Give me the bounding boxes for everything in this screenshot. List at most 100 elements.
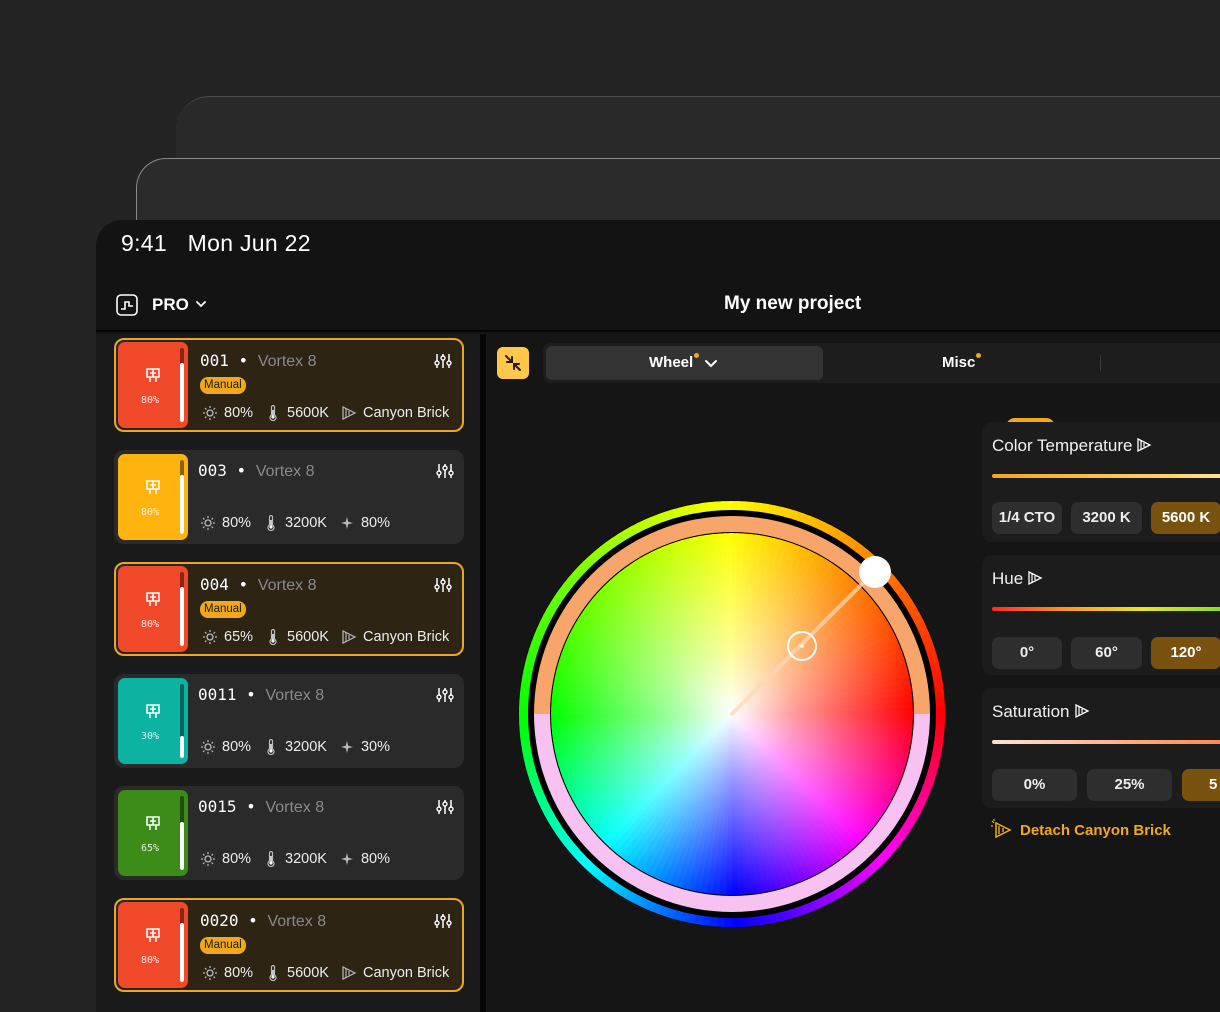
- fixture-card[interactable]: 65% 0015 • Vortex 8 80% 3200K 80%: [114, 786, 464, 880]
- fixture-title: 003 • Vortex 8: [198, 461, 315, 480]
- fixture-color-swatch[interactable]: 30%: [118, 678, 188, 764]
- fixture-list: 80% 001 • Vortex 8 Manual 80% 5600K Cany…: [96, 334, 480, 1012]
- fixture-color-swatch[interactable]: 80%: [118, 566, 188, 652]
- fixture-title: 0011 • Vortex 8: [198, 685, 325, 704]
- sun-icon: [202, 965, 218, 981]
- fixture-id: 0020: [200, 911, 239, 930]
- thermometer-icon: [265, 404, 281, 422]
- hue-preset-chip-active[interactable]: 120°: [1151, 637, 1220, 669]
- cct-preset-chip-active[interactable]: 5600 K: [1151, 502, 1220, 534]
- fixture-stats: 80% 5600K Canyon Brick: [202, 403, 461, 423]
- detach-gel-icon: [991, 819, 1012, 839]
- intensity-bar[interactable]: [180, 572, 184, 646]
- hue-preset-chip[interactable]: 60°: [1071, 637, 1142, 669]
- hue-slider[interactable]: [992, 607, 1220, 611]
- light-fixture-icon: [144, 702, 162, 720]
- fixture-intensity: 80%: [224, 965, 254, 981]
- sliders-icon[interactable]: [434, 352, 452, 370]
- fixture-intensity: 80%: [224, 405, 254, 421]
- sliders-icon[interactable]: [434, 912, 452, 930]
- fixture-extra: Canyon Brick: [362, 405, 450, 421]
- fixture-stats: 80% 5600K Canyon Brick: [202, 963, 461, 983]
- fixture-title: 0020 • Vortex 8: [200, 911, 327, 930]
- light-fixture-icon: [144, 478, 162, 496]
- color-temperature-card: Color Temperature 1/4 CTO 3200 K 5600 K: [982, 422, 1220, 542]
- fixture-stats: 80% 3200K 80%: [200, 849, 402, 869]
- fixture-intensity: 65%: [224, 629, 254, 645]
- fixture-card[interactable]: 80% 004 • Vortex 8 Manual 65% 5600K Cany…: [114, 562, 464, 656]
- fixture-id: 001: [200, 351, 229, 370]
- manual-badge: Manual: [200, 601, 246, 618]
- sun-icon: [200, 851, 216, 867]
- saturation-preset-chip-active[interactable]: 5: [1182, 769, 1220, 801]
- intensity-bar[interactable]: [180, 460, 184, 534]
- fixture-intensity: 80%: [222, 515, 252, 531]
- sliders-icon[interactable]: [434, 576, 452, 594]
- manual-badge: Manual: [200, 377, 246, 394]
- gel-icon: [1074, 703, 1089, 719]
- intensity-bar[interactable]: [180, 908, 184, 982]
- collapse-icon: [505, 355, 521, 371]
- saturation-slider[interactable]: [992, 740, 1220, 744]
- fixture-color-swatch[interactable]: 80%: [118, 902, 188, 988]
- sun-icon: [202, 629, 218, 645]
- app-header: PRO My new project: [96, 278, 1220, 332]
- tab-separator: [1100, 355, 1101, 371]
- fixture-intensity: 80%: [222, 851, 252, 867]
- project-title[interactable]: My new project: [724, 293, 861, 315]
- status-date: Mon Jun 22: [187, 230, 311, 256]
- thermometer-icon: [263, 514, 279, 532]
- fixture-id: 0015: [198, 797, 237, 816]
- color-panel: Wheel Misc Manual: [486, 334, 1220, 1012]
- saturation-card: Saturation 0% 25% 5: [982, 688, 1220, 808]
- saturation-preset-chip[interactable]: 25%: [1087, 769, 1172, 801]
- cct-preset-chip[interactable]: 3200 K: [1071, 502, 1142, 534]
- tab-misc[interactable]: Misc: [942, 354, 975, 371]
- mode-selector[interactable]: PRO: [152, 295, 189, 315]
- gel-icon: [341, 965, 357, 981]
- fixture-model: Vortex 8: [267, 913, 327, 930]
- fixture-color-swatch[interactable]: 80%: [118, 454, 188, 540]
- fixture-color-swatch[interactable]: 65%: [118, 790, 188, 876]
- saturation-preset-chip[interactable]: 0%: [992, 769, 1077, 801]
- tab-wheel-label[interactable]: Wheel: [649, 354, 693, 371]
- status-bar: 9:41 Mon Jun 22: [121, 230, 325, 257]
- hue-card: Hue 0° 60° 120°: [982, 555, 1220, 675]
- intensity-bar[interactable]: [180, 684, 184, 758]
- fixture-cct: 5600K: [287, 405, 329, 421]
- sliders-icon[interactable]: [436, 462, 454, 480]
- fixture-card[interactable]: 80% 003 • Vortex 8 80% 3200K 80%: [114, 450, 464, 544]
- hue-preset-chip[interactable]: 0°: [992, 637, 1062, 669]
- chevron-down-icon[interactable]: [194, 297, 208, 311]
- tab-misc-dot: [976, 353, 981, 358]
- sliders-icon[interactable]: [436, 798, 454, 816]
- fixture-card[interactable]: 80% 001 • Vortex 8 Manual 80% 5600K Cany…: [114, 338, 464, 432]
- fixture-id: 0011: [198, 685, 237, 704]
- fixture-cct: 5600K: [287, 629, 329, 645]
- detach-gel-button[interactable]: Detach Canyon Brick: [990, 818, 1171, 842]
- fixture-intensity-label: 80%: [141, 507, 160, 518]
- hue-ring-handle[interactable]: [859, 556, 891, 588]
- cct-preset-chip[interactable]: 1/4 CTO: [992, 502, 1062, 534]
- chevron-down-icon[interactable]: [704, 357, 718, 371]
- fixture-color-swatch[interactable]: 80%: [118, 342, 188, 428]
- fixture-cct: 5600K: [287, 965, 329, 981]
- app-logo-icon[interactable]: [116, 294, 138, 316]
- fixture-stats: 80% 3200K 30%: [200, 737, 402, 757]
- collapse-button[interactable]: [497, 347, 529, 379]
- fixture-cct: 3200K: [285, 851, 327, 867]
- intensity-bar[interactable]: [180, 348, 184, 422]
- fixture-stats: 65% 5600K Canyon Brick: [202, 627, 461, 647]
- fixture-card[interactable]: 80% 0020 • Vortex 8 Manual 80% 5600K Can…: [114, 898, 464, 992]
- color-wheel[interactable]: [517, 499, 947, 929]
- fixture-model: Vortex 8: [257, 577, 317, 594]
- mode-tabs: Wheel Misc: [543, 343, 1220, 383]
- fixture-card[interactable]: 30% 0011 • Vortex 8 80% 3200K 30%: [114, 674, 464, 768]
- fixture-extra: Canyon Brick: [362, 965, 450, 981]
- light-fixture-icon: [144, 814, 162, 832]
- sliders-icon[interactable]: [436, 686, 454, 704]
- color-temperature-slider[interactable]: [992, 474, 1220, 478]
- status-time: 9:41: [121, 230, 167, 256]
- fixture-title: 0015 • Vortex 8: [198, 797, 325, 816]
- intensity-bar[interactable]: [180, 796, 184, 870]
